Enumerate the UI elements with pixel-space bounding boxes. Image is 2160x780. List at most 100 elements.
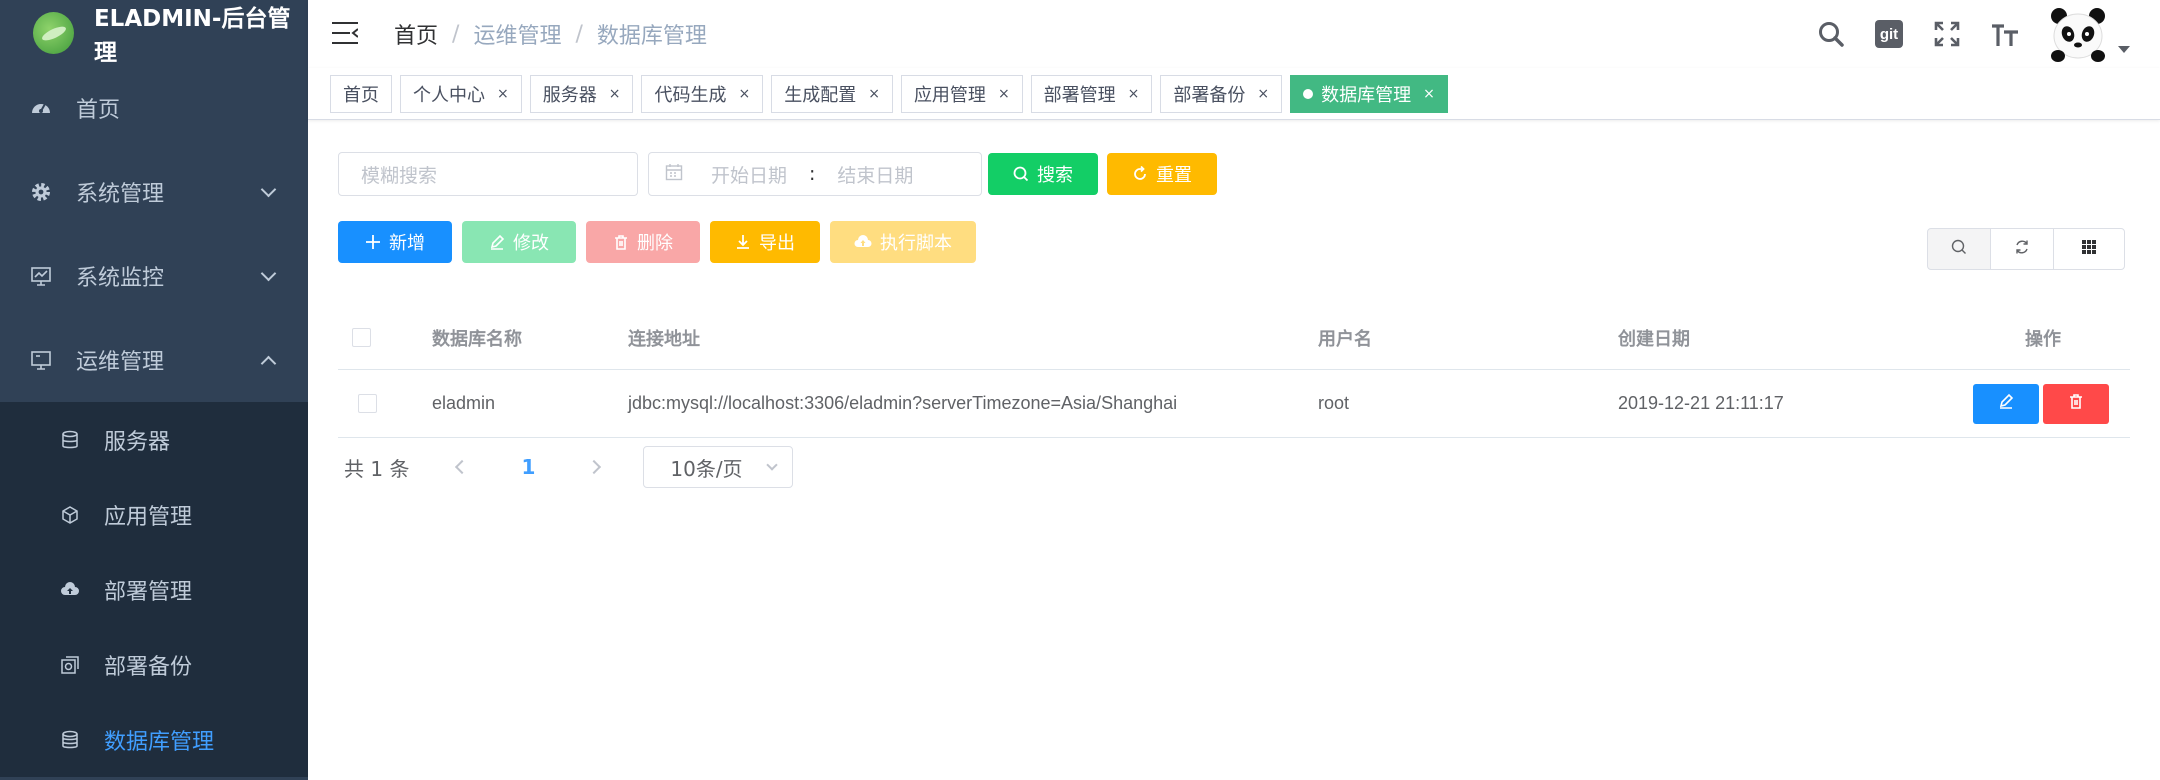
header-user[interactable]: 用户名 — [1318, 325, 1618, 351]
edit-button-label: 修改 — [513, 233, 549, 254]
tag-label: 生成配置 — [784, 84, 857, 106]
tag-database[interactable]: 数据库管理 × — [1290, 74, 1448, 113]
add-button-label: 新增 — [389, 233, 425, 254]
sidebar-item-monitor[interactable]: 系统监控 — [0, 234, 308, 318]
chevron-left-icon[interactable] — [455, 459, 470, 475]
start-date-placeholder[interactable]: 开始日期 — [711, 161, 787, 188]
grid-icon — [2081, 239, 2097, 260]
close-icon[interactable]: × — [1128, 86, 1140, 102]
toggle-search-button[interactable] — [1927, 228, 1991, 270]
trash-icon — [2068, 393, 2084, 414]
exec-script-button[interactable]: 执行脚本 — [830, 221, 976, 263]
close-icon[interactable]: × — [998, 86, 1010, 102]
search-button[interactable]: 搜索 — [988, 153, 1098, 195]
refresh-button[interactable] — [1990, 228, 2054, 270]
date-range-picker[interactable]: 开始日期 : 结束日期 — [648, 152, 982, 196]
calendar-icon — [665, 163, 683, 186]
search-icon — [1013, 166, 1029, 182]
sidebar-item-label: 首页 — [76, 98, 121, 123]
cell-user: root — [1318, 393, 1350, 413]
sidebar-item-app[interactable]: 应用管理 — [0, 477, 308, 552]
main-content: 模糊搜索 开始日期 : 结束日期 搜索 重置 新增 修改 删除 导出 执行脚本 — [308, 120, 2160, 780]
close-icon[interactable]: × — [497, 86, 509, 102]
sidebar-item-label: 应用管理 — [104, 504, 193, 530]
add-button[interactable]: 新增 — [338, 221, 452, 263]
font-size-icon[interactable] — [1990, 19, 2020, 49]
cell-date: 2019-12-21 21:11:17 — [1618, 393, 1784, 413]
date-separator: : — [809, 163, 816, 185]
delete-button[interactable]: 删除 — [586, 221, 700, 263]
row-checkbox[interactable] — [358, 394, 377, 413]
header-date[interactable]: 创建日期 — [1618, 325, 1958, 351]
page-size-value: 10条/页 — [670, 456, 743, 481]
sidebar-item-server[interactable]: 服务器 — [0, 402, 308, 477]
tag-genconfig[interactable]: 生成配置 × — [771, 74, 893, 113]
fullscreen-icon[interactable] — [1932, 19, 1962, 49]
avatar[interactable] — [2048, 4, 2108, 64]
computer-icon — [30, 349, 52, 371]
breadcrumb-database: 数据库管理 — [596, 24, 707, 49]
sidebar-item-system[interactable]: 系统管理 — [0, 150, 308, 234]
sidebar-item-label: 数据库管理 — [104, 729, 215, 755]
refresh-icon — [1132, 166, 1148, 182]
close-icon[interactable]: × — [609, 86, 621, 102]
chevron-down-icon — [260, 181, 277, 198]
breadcrumb-separator: / — [452, 21, 460, 47]
git-icon[interactable]: git — [1874, 19, 1904, 49]
sidebar-item-ops[interactable]: 运维管理 — [0, 318, 308, 402]
sidebar-item-label: 系统管理 — [76, 182, 165, 207]
hamburger-icon[interactable] — [332, 22, 358, 44]
caret-down-icon[interactable] — [2118, 45, 2130, 53]
sidebar: ELADMIN-后台管理 首页 系统管理 系统监控 运维管理 服务器 应用管理 … — [0, 0, 308, 780]
search-icon[interactable] — [1816, 19, 1846, 49]
page-size-select[interactable]: 10条/页 — [643, 446, 794, 488]
end-date-placeholder[interactable]: 结束日期 — [837, 161, 913, 188]
header-url[interactable]: 连接地址 — [628, 325, 1318, 351]
close-icon[interactable]: × — [1423, 86, 1435, 102]
table-tools — [1927, 228, 2125, 270]
columns-button[interactable] — [2053, 228, 2125, 270]
edit-button[interactable]: 修改 — [462, 221, 576, 263]
tag-app[interactable]: 应用管理 × — [900, 74, 1023, 113]
sidebar-item-deploy[interactable]: 部署管理 — [0, 552, 308, 627]
download-icon — [735, 234, 751, 250]
pagination: 共 1 条 1 10条/页 — [344, 446, 794, 488]
row-delete-button[interactable] — [2043, 383, 2109, 424]
gear-icon — [30, 181, 52, 203]
cube-icon — [60, 505, 80, 525]
table-row[interactable]: eladmin jdbc:mysql://localhost:3306/elad… — [338, 370, 2130, 438]
select-all-checkbox[interactable] — [352, 328, 371, 347]
tag-label: 首页 — [343, 84, 379, 106]
tag-label: 服务器 — [542, 84, 597, 106]
close-icon[interactable]: × — [868, 86, 880, 102]
tag-backup[interactable]: 部署备份 × — [1160, 74, 1283, 113]
breadcrumb: 首页 / 运维管理 / 数据库管理 — [394, 18, 707, 50]
reset-button-label: 重置 — [1156, 165, 1192, 186]
search-input[interactable]: 模糊搜索 — [338, 152, 638, 196]
tag-deploy[interactable]: 部署管理 × — [1030, 74, 1153, 113]
tag-profile[interactable]: 个人中心 × — [400, 74, 522, 113]
sidebar-item-database[interactable]: 数据库管理 — [0, 702, 308, 777]
sidebar-item-backup[interactable]: 部署备份 — [0, 627, 308, 702]
sidebar-item-label: 服务器 — [104, 429, 171, 455]
breadcrumb-home[interactable]: 首页 — [394, 18, 438, 50]
row-edit-button[interactable] — [1973, 383, 2039, 424]
chevron-right-icon[interactable] — [587, 459, 602, 475]
header-name[interactable]: 数据库名称 — [390, 325, 628, 351]
breadcrumb-ops: 运维管理 — [473, 24, 562, 49]
logo[interactable]: ELADMIN-后台管理 — [0, 0, 308, 66]
close-icon[interactable]: × — [1257, 86, 1269, 102]
tag-home[interactable]: 首页 — [330, 74, 392, 113]
tag-label: 部署管理 — [1043, 84, 1116, 106]
export-button[interactable]: 导出 — [710, 221, 820, 263]
tag-server[interactable]: 服务器 × — [529, 74, 634, 113]
page-number[interactable]: 1 — [521, 455, 535, 479]
search-placeholder: 模糊搜索 — [361, 164, 438, 187]
backup-icon — [60, 655, 80, 675]
search-button-label: 搜索 — [1037, 165, 1073, 186]
delete-button-label: 删除 — [637, 233, 673, 254]
sidebar-item-home[interactable]: 首页 — [0, 66, 308, 150]
tag-codegen[interactable]: 代码生成 × — [641, 74, 764, 113]
close-icon[interactable]: × — [738, 86, 750, 102]
reset-button[interactable]: 重置 — [1107, 153, 1217, 195]
